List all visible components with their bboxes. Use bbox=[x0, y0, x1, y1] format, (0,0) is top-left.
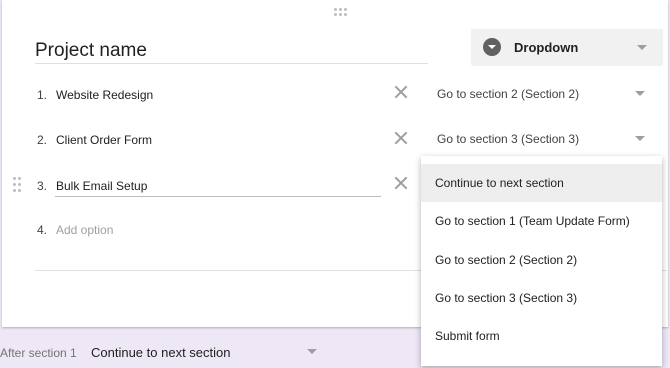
remove-option-icon[interactable] bbox=[394, 131, 408, 145]
dropdown-type-icon bbox=[483, 38, 501, 56]
menu-item[interactable]: Continue to next section bbox=[421, 164, 662, 202]
chevron-down-icon[interactable] bbox=[635, 91, 645, 96]
option-goto-select[interactable]: Go to section 2 (Section 2) bbox=[437, 87, 579, 101]
title-underline bbox=[35, 63, 428, 64]
remove-option-icon[interactable] bbox=[394, 85, 408, 99]
chevron-down-icon bbox=[637, 45, 647, 50]
option-text[interactable]: Bulk Email Setup bbox=[56, 179, 147, 193]
add-option-button[interactable]: Add option bbox=[56, 223, 113, 237]
question-title[interactable]: Project name bbox=[35, 40, 147, 62]
question-type-select[interactable]: Dropdown bbox=[471, 29, 663, 66]
question-type-label: Dropdown bbox=[514, 40, 579, 55]
option-goto-select[interactable]: Go to section 3 (Section 3) bbox=[437, 132, 579, 146]
option-number: 3. bbox=[37, 179, 48, 193]
chevron-down-icon[interactable] bbox=[635, 136, 645, 141]
drag-handle-icon[interactable] bbox=[13, 177, 23, 193]
menu-item[interactable]: Go to section 1 (Team Update Form) bbox=[421, 202, 662, 240]
menu-item[interactable]: Submit form bbox=[421, 317, 662, 355]
section-goto-menu: Continue to next section Go to section 1… bbox=[421, 156, 662, 366]
option-number: 4. bbox=[37, 223, 48, 237]
option-number: 1. bbox=[37, 88, 48, 102]
menu-item[interactable]: Go to section 3 (Section 3) bbox=[421, 279, 662, 317]
option-number: 2. bbox=[37, 133, 48, 147]
after-section-label: After section 1 bbox=[0, 346, 77, 360]
menu-item[interactable]: Go to section 2 (Section 2) bbox=[421, 241, 662, 279]
drag-handle-icon[interactable] bbox=[334, 8, 350, 18]
option-text[interactable]: Website Redesign bbox=[56, 88, 153, 102]
chevron-down-icon[interactable] bbox=[307, 349, 317, 354]
option-underline bbox=[55, 196, 381, 197]
remove-option-icon[interactable] bbox=[394, 176, 408, 190]
option-text[interactable]: Client Order Form bbox=[56, 133, 152, 147]
after-section-select[interactable]: Continue to next section bbox=[91, 345, 230, 360]
